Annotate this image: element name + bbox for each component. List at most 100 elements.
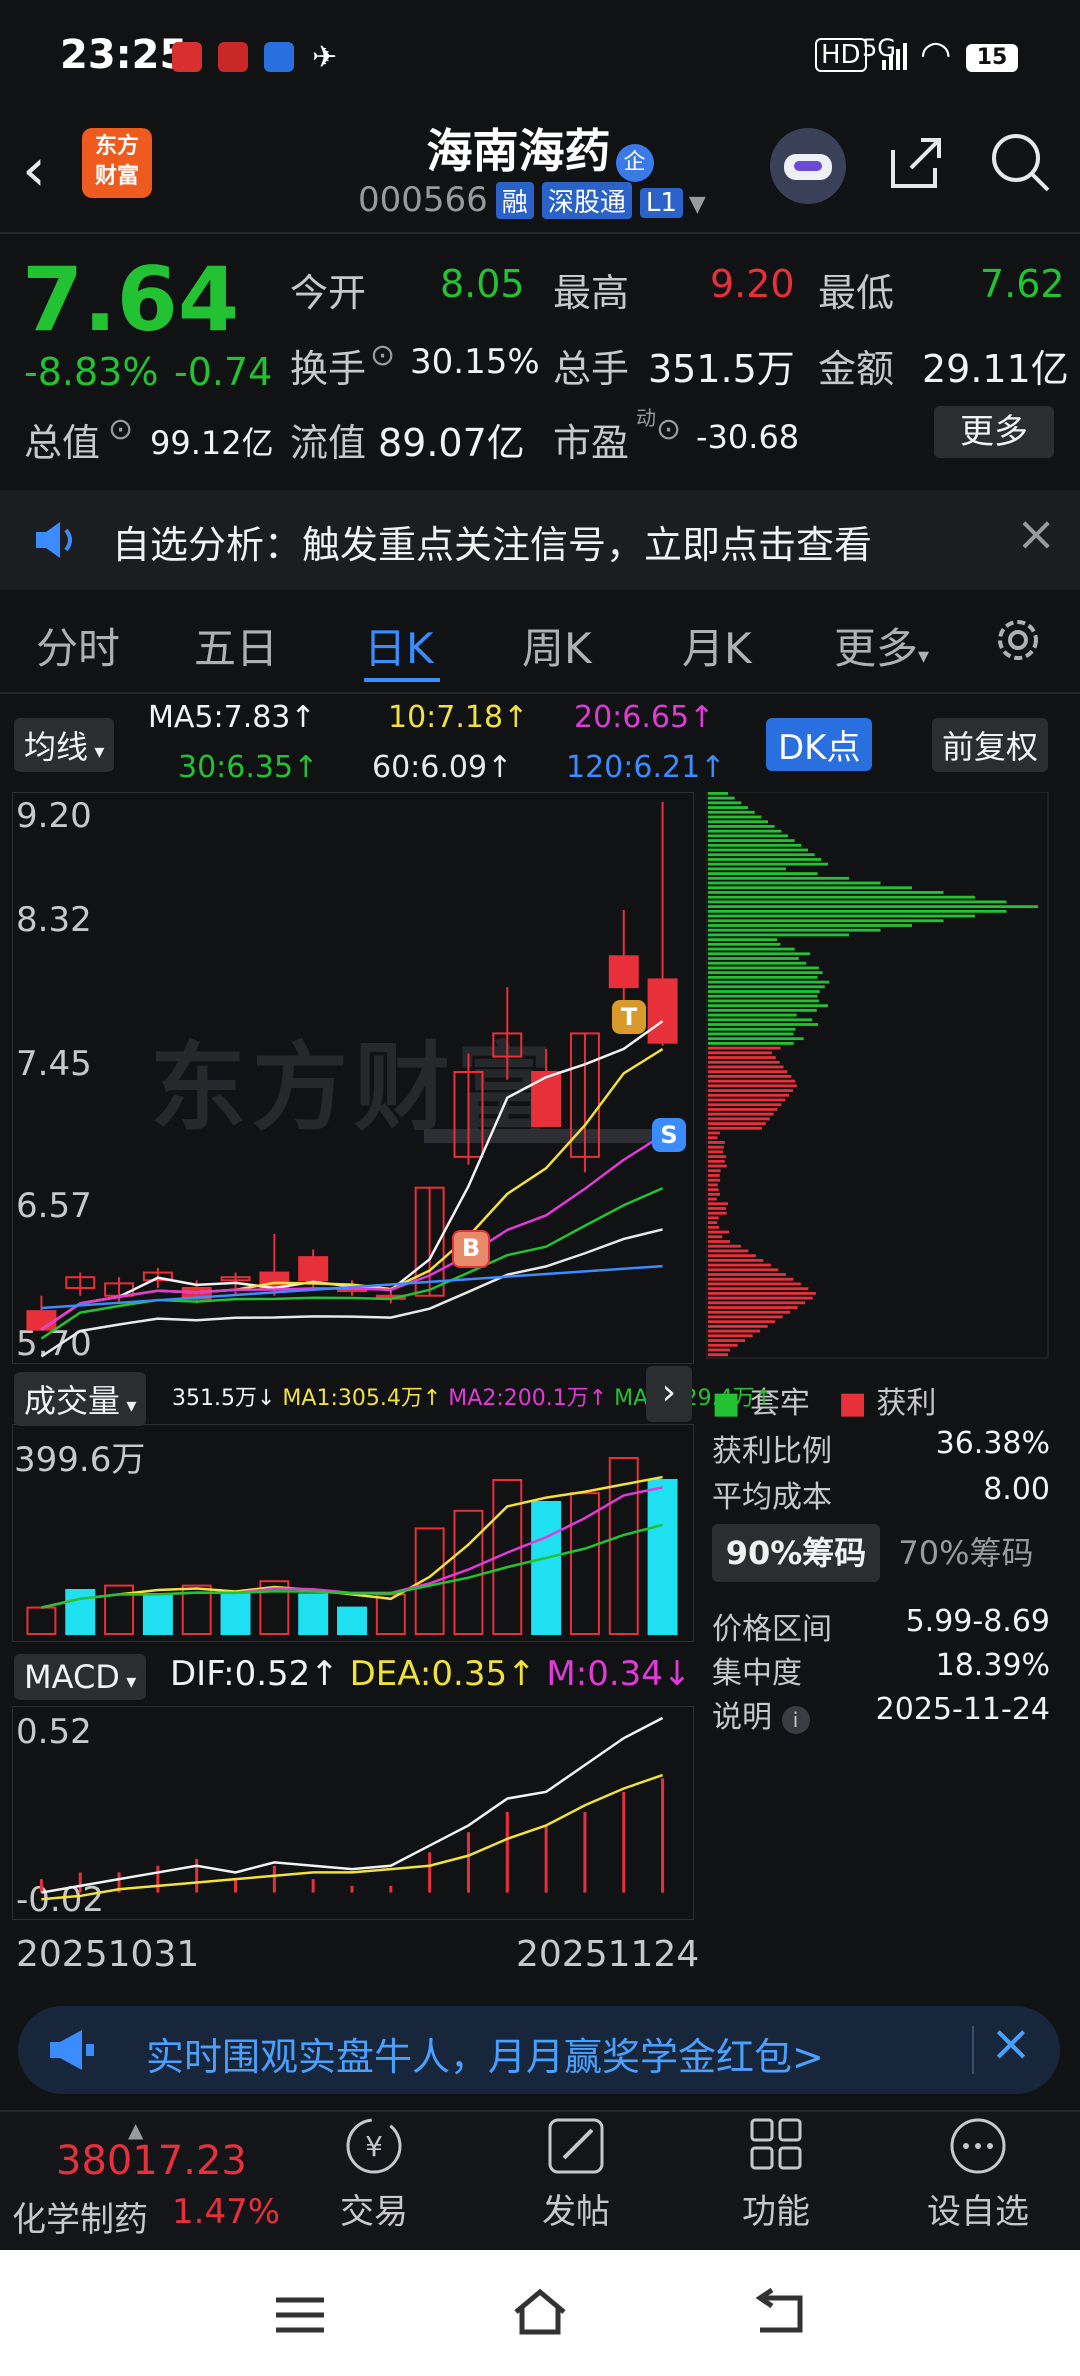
chip-bar — [708, 1283, 801, 1286]
volume-label: 总手 — [553, 338, 629, 393]
connect-tag: 深股通 — [542, 182, 632, 219]
chip-bar — [708, 1047, 781, 1050]
chip-bar — [708, 1155, 726, 1158]
chip-bar — [708, 1113, 774, 1116]
app-notification-icon — [218, 42, 248, 72]
chip-bar — [708, 995, 817, 998]
chip-90-tab[interactable]: 90%筹码 — [712, 1524, 880, 1582]
menu-icon[interactable] — [270, 2290, 330, 2340]
chip-bar — [708, 1301, 805, 1304]
adjust-button[interactable]: 前复权 — [932, 718, 1048, 772]
volume-ma1-line — [41, 1477, 662, 1608]
turnover-value: 30.15% — [410, 342, 540, 382]
ma-selector[interactable]: 均线 ▾ — [14, 718, 114, 772]
chip-bar — [708, 792, 728, 795]
top-marker[interactable]: T — [612, 1000, 646, 1034]
volume-ma2-line — [41, 1487, 662, 1607]
note-label[interactable]: 说明 i — [712, 1692, 810, 1736]
info-icon[interactable]: ⊙ — [370, 338, 395, 373]
chip-bar — [708, 929, 881, 932]
profit-swatch: ■ — [839, 1386, 867, 1421]
chip-bar — [708, 1349, 730, 1352]
chip-bar — [708, 900, 1007, 903]
buy-marker[interactable]: B — [452, 1230, 490, 1268]
sell-marker[interactable]: S — [652, 1118, 686, 1152]
stock-code: 000566 — [358, 180, 488, 220]
share-icon[interactable] — [885, 132, 945, 192]
chip-bar — [708, 1221, 717, 1224]
chip-bar — [708, 1146, 724, 1149]
chip-bar — [708, 1250, 748, 1253]
chip-bar — [708, 1207, 726, 1210]
profit-ratio-value: 36.38% — [936, 1426, 1050, 1461]
alert-banner[interactable]: 自选分析：触发重点关注信号，立即点击查看 × — [0, 490, 1080, 590]
promo-banner[interactable]: 实时围观实盘牛人，月月赢奖学金红包> × — [18, 2006, 1060, 2094]
kline-chart[interactable] — [12, 792, 692, 1362]
open-label: 今开 — [290, 262, 366, 317]
chevron-down-icon[interactable]: ▼ — [689, 192, 706, 217]
tab-more[interactable]: 更多▾ — [834, 615, 929, 676]
chip-70-tab[interactable]: 70%筹码 — [896, 1524, 1036, 1582]
ma120-line — [41, 1266, 662, 1308]
info-icon[interactable]: ⊙ — [656, 412, 681, 447]
megaphone-icon — [46, 2028, 98, 2072]
nav-post[interactable]: 发帖 — [516, 2110, 636, 2233]
index-name[interactable]: 化学制药 — [12, 2192, 148, 2241]
chip-bar — [708, 943, 780, 946]
back-nav-icon[interactable] — [750, 2288, 810, 2338]
volume-selector[interactable]: 成交量 ▾ — [14, 1372, 146, 1426]
date-axis-start: 20251031 — [16, 1934, 199, 1975]
level-tag: L1 — [640, 188, 683, 218]
chip-bar — [708, 863, 828, 866]
chip-bar — [708, 952, 810, 955]
mktcap-label: 总值 — [24, 412, 100, 467]
nav-functions[interactable]: 功能 — [716, 2110, 836, 2233]
nav-add-watchlist[interactable]: 设自选 — [918, 2110, 1038, 2233]
chip-bar — [708, 797, 735, 800]
more-button[interactable]: 更多 — [934, 406, 1054, 458]
price-range-value: 5.99-8.69 — [906, 1604, 1050, 1639]
chip-bar — [708, 948, 795, 951]
tab-intraday[interactable]: 分时 — [36, 615, 120, 676]
stock-code-row: 000566 融深股通 L1 ▼ — [358, 180, 706, 220]
chip-bar — [708, 915, 975, 918]
chip-bar — [708, 820, 768, 823]
chevron-down-icon: ▾ — [918, 644, 929, 669]
tab-five-day[interactable]: 五日 — [194, 615, 278, 676]
chip-bar — [708, 1198, 717, 1201]
search-icon[interactable] — [988, 130, 1052, 194]
volume-value: 351.5万 — [648, 338, 795, 393]
nav-trade[interactable]: ¥ 交易 — [314, 2110, 434, 2233]
candle-body — [532, 1072, 560, 1126]
nav-post-label: 发帖 — [516, 2184, 636, 2233]
chip-bar — [708, 1056, 776, 1059]
tab-monthly-k[interactable]: 月K — [682, 615, 752, 676]
macd-legend: DIF:0.52↑ DEA:0.35↑ M:0.34↓ — [170, 1654, 691, 1694]
candle-body — [299, 1257, 327, 1280]
close-icon[interactable]: × — [1016, 506, 1056, 562]
chip-bar — [708, 971, 823, 974]
trade-icon: ¥ — [314, 2110, 434, 2180]
close-icon[interactable]: × — [990, 2014, 1032, 2072]
tab-active-indicator — [364, 678, 440, 682]
chip-bar — [708, 1292, 816, 1295]
amount-value: 29.11亿 — [922, 338, 1069, 393]
ma5-legend: MA5:7.83↑ — [148, 700, 316, 735]
index-value[interactable]: 38017.23 — [56, 2138, 247, 2184]
dk-point-button[interactable]: DK点 — [766, 718, 872, 771]
float-cap-label: 流值 — [290, 412, 366, 467]
tab-weekly-k[interactable]: 周K — [522, 615, 592, 676]
macd-selector[interactable]: MACD ▾ — [14, 1654, 146, 1700]
info-icon[interactable]: ⊙ — [108, 412, 133, 447]
candle-body — [649, 979, 677, 1042]
volume-bar — [338, 1608, 366, 1634]
chip-bar — [708, 1212, 727, 1215]
robot-assistant-icon[interactable] — [770, 128, 846, 204]
chevron-right-icon[interactable]: › — [646, 1366, 692, 1422]
tab-daily-k[interactable]: 日K — [364, 615, 434, 676]
ma10-legend: 10:7.18↑ — [388, 700, 528, 735]
gear-icon[interactable] — [990, 612, 1046, 668]
home-icon[interactable] — [510, 2284, 570, 2340]
chip-bar — [708, 844, 801, 847]
chip-bar — [708, 1306, 798, 1309]
